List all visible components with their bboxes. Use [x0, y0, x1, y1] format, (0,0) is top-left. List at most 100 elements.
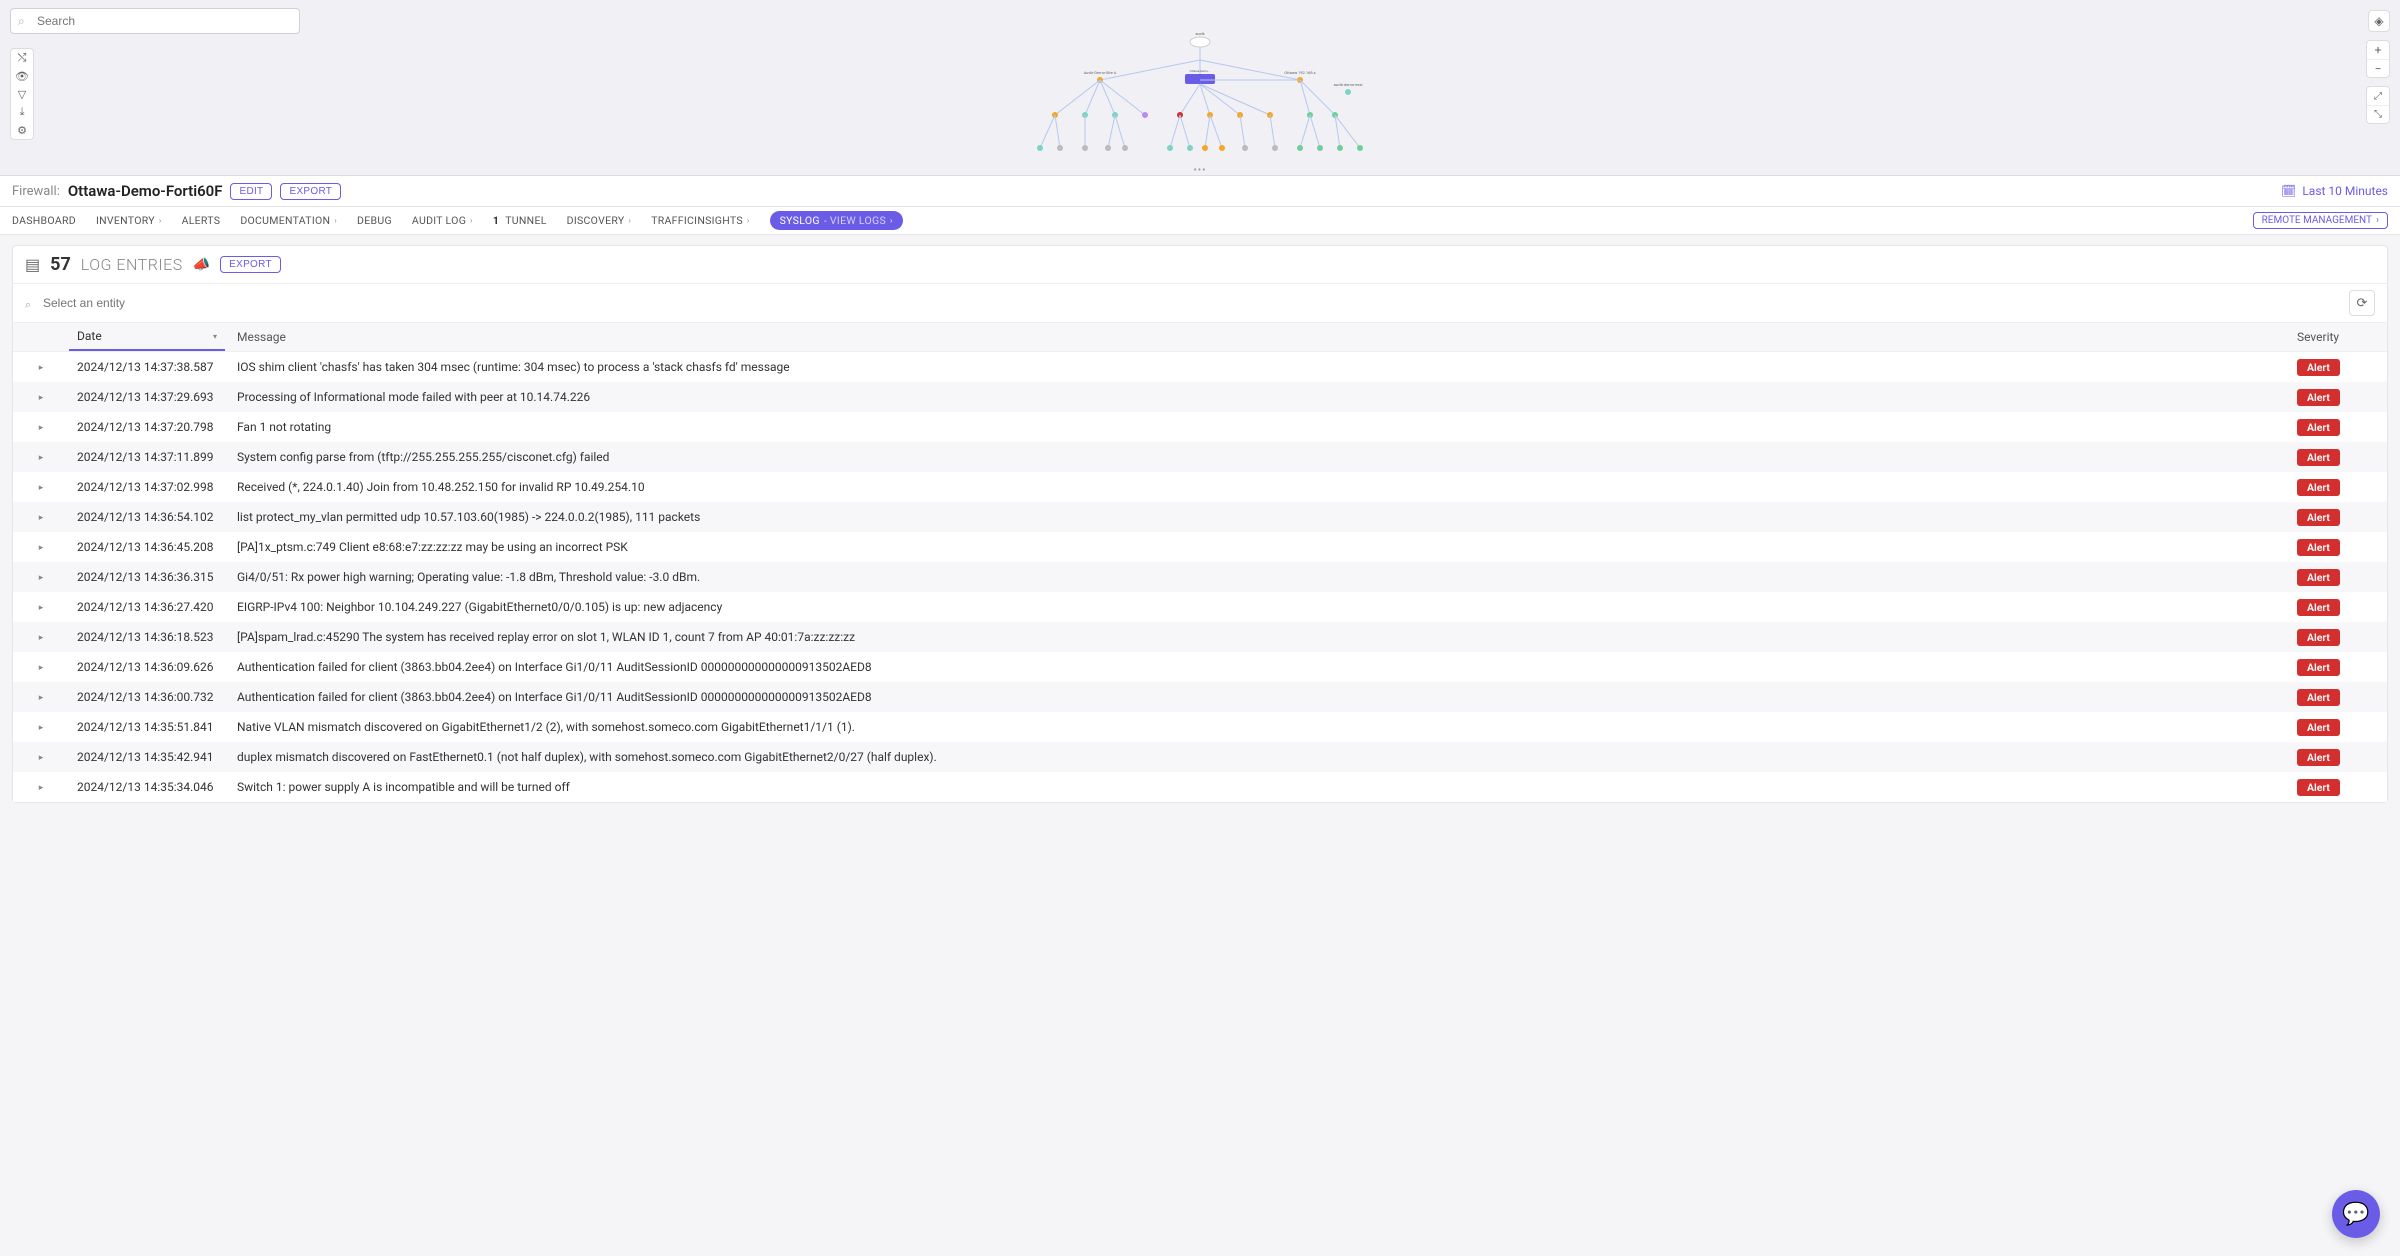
cell-date: 2024/12/13 14:35:42.941 [69, 750, 225, 764]
expand-row-icon[interactable]: ▸ [39, 543, 44, 553]
entries-export-button[interactable]: EXPORT [220, 256, 281, 273]
expand-row-icon[interactable]: ▸ [39, 663, 44, 673]
cell-date: 2024/12/13 14:36:27.420 [69, 600, 225, 614]
svg-text:Ottawa-Demo...: Ottawa-Demo... [1190, 69, 1211, 73]
chevron-down-icon: ▾ [213, 332, 217, 341]
table-row: ▸2024/12/13 14:37:02.998Received (*, 224… [13, 472, 2387, 502]
expand-row-icon[interactable]: ▸ [39, 603, 44, 613]
cell-message: System config parse from (tftp://255.255… [225, 450, 2297, 464]
tab-discovery[interactable]: DISCOVERY› [567, 214, 632, 227]
cell-severity: Alert [2297, 359, 2387, 376]
tab-documentation[interactable]: DOCUMENTATION› [240, 214, 337, 227]
expand-row-icon[interactable]: ▸ [39, 723, 44, 733]
chat-fab[interactable]: 💬 [2332, 1190, 2380, 1238]
device-name: Ottawa-Demo-Forti60F [68, 182, 223, 200]
expand-row-icon[interactable]: ▸ [39, 633, 44, 643]
cell-message: Authentication failed for client (3863.b… [225, 660, 2297, 674]
tab-dashboard[interactable]: DASHBOARD [12, 214, 76, 227]
cell-date: 2024/12/13 14:36:54.102 [69, 510, 225, 524]
entries-header: ▤ 57 LOG ENTRIES 📣 EXPORT [13, 246, 2387, 283]
table-row: ▸ 2024/12/13 14:36:45.208[PA]1x_ptsm.c:74… [13, 532, 2387, 562]
cell-severity: Alert [2297, 659, 2387, 676]
table-row: ▸2024/12/13 14:37:20.798Fan 1 not rotati… [13, 412, 2387, 442]
cell-severity: Alert [2297, 599, 2387, 616]
edit-button[interactable]: EDIT [230, 183, 272, 200]
filter-icon[interactable]: ▽ [11, 85, 33, 103]
cell-message: IOS shim client 'chasfs' has taken 304 m… [225, 360, 2297, 374]
gear-icon[interactable]: ⚙ [11, 121, 33, 139]
table-row: ▸2024/12/13 14:36:54.102list protect_my_… [13, 502, 2387, 532]
expand-row-icon[interactable]: ▸ [39, 693, 44, 703]
svg-text:Auvik-Demo-Site A: Auvik-Demo-Site A [1084, 70, 1117, 75]
column-message[interactable]: Message [225, 330, 2297, 344]
svg-text:Ottawa 192.168.x: Ottawa 192.168.x [1284, 70, 1315, 75]
cell-message: EIGRP-IPv4 100: Neighbor 10.104.249.227 … [225, 600, 2297, 614]
tab-tunnel[interactable]: 1TUNNEL [493, 214, 547, 227]
entries-filter-row: ⌕ ⟳ [13, 283, 2387, 322]
expand-row-icon[interactable]: ▸ [39, 453, 44, 463]
severity-badge: Alert [2297, 719, 2340, 736]
zoom-out-icon[interactable]: − [2367, 59, 2389, 77]
expand-row-icon[interactable]: ▸ [39, 393, 44, 403]
time-range-label: Last 10 Minutes [2302, 184, 2388, 198]
search-icon: ⌕ [25, 298, 31, 312]
download-icon[interactable]: ⤓ [11, 103, 33, 121]
cell-date: 2024/12/13 14:37:29.693 [69, 390, 225, 404]
recenter-icon[interactable]: ◈ [2368, 10, 2390, 32]
cell-message: Native VLAN mismatch discovered on Gigab… [225, 720, 2297, 734]
column-severity[interactable]: Severity [2297, 330, 2387, 344]
shuffle-icon[interactable]: ⤭ [11, 49, 33, 67]
table-row: ▸2024/12/13 14:37:29.693Processing of In… [13, 382, 2387, 412]
tab-debug[interactable]: DEBUG [357, 214, 392, 227]
zoom-in-icon[interactable]: + [2367, 41, 2389, 59]
expand-row-icon[interactable]: ▸ [39, 423, 44, 433]
tab-inventory[interactable]: INVENTORY› [96, 214, 162, 227]
cell-severity: Alert [2297, 569, 2387, 586]
cell-severity: Alert [2297, 539, 2387, 556]
expand-row-icon[interactable]: ▸ [39, 753, 44, 763]
panel-resize-handle[interactable]: ••• [1193, 165, 1206, 176]
severity-badge: Alert [2297, 659, 2340, 676]
tab-trafficinsights[interactable]: TRAFFICINSIGHTS› [651, 214, 749, 227]
entries-label: LOG ENTRIES [81, 255, 183, 274]
entries-count: 57 [50, 254, 71, 275]
table-row: ▸ 2024/12/13 14:36:27.420EIGRP-IPv4 100: … [13, 592, 2387, 622]
chevron-right-icon: › [747, 216, 750, 225]
cell-severity: Alert [2297, 509, 2387, 526]
cell-message: duplex mismatch discovered on FastEthern… [225, 750, 2297, 764]
cell-date: 2024/12/13 14:36:45.208 [69, 540, 225, 554]
export-button[interactable]: EXPORT [280, 183, 341, 200]
severity-badge: Alert [2297, 689, 2340, 706]
expand-icon[interactable]: ⤢ [2367, 87, 2389, 105]
cell-message: Received (*, 224.0.1.40) Join from 10.48… [225, 480, 2297, 494]
tab-bar: DASHBOARD INVENTORY› ALERTS DOCUMENTATIO… [0, 207, 2400, 235]
eye-icon[interactable]: 👁 [11, 67, 33, 85]
expand-row-icon[interactable]: ▸ [39, 513, 44, 523]
tab-syslog[interactable]: SYSLOG - VIEW LOGS› [770, 211, 903, 230]
tab-audit-log[interactable]: AUDIT LOG› [412, 214, 473, 227]
topology-graph[interactable]: auvik Auvik-Demo-Site A Ottawa-Demo... O… [1000, 30, 1400, 170]
cell-message: [PA]1x_ptsm.c:749 Client e8:68:e7:zz:zz:… [225, 540, 2297, 554]
column-date[interactable]: Date ▾ [69, 323, 225, 351]
cell-severity: Alert [2297, 689, 2387, 706]
expand-row-icon[interactable]: ▸ [39, 483, 44, 493]
search-input[interactable] [10, 8, 300, 34]
severity-badge: Alert [2297, 629, 2340, 646]
cell-date: 2024/12/13 14:36:36.315 [69, 570, 225, 584]
remote-management-button[interactable]: REMOTE MANAGEMENT› [2253, 212, 2388, 229]
expand-row-icon[interactable]: ▸ [39, 363, 44, 373]
collapse-icon[interactable]: ⤡ [2367, 105, 2389, 123]
refresh-button[interactable]: ⟳ [2349, 290, 2375, 316]
expand-row-icon[interactable]: ▸ [39, 783, 44, 793]
expand-row-icon[interactable]: ▸ [39, 573, 44, 583]
time-range-selector[interactable]: 🗓 Last 10 Minutes [2281, 184, 2388, 198]
cell-message: [PA]spam_lrad.c:45290 The system has rec… [225, 630, 2297, 644]
cell-date: 2024/12/13 14:36:18.523 [69, 630, 225, 644]
entity-filter-input[interactable] [25, 292, 2341, 314]
zoom-tools: + − [2366, 40, 2390, 78]
device-header: Firewall: Ottawa-Demo-Forti60F EDIT EXPO… [0, 176, 2400, 207]
tab-alerts[interactable]: ALERTS [182, 214, 221, 227]
table-row: ▸2024/12/13 14:36:09.626Authentication f… [13, 652, 2387, 682]
cell-date: 2024/12/13 14:35:51.841 [69, 720, 225, 734]
content-area: ▤ 57 LOG ENTRIES 📣 EXPORT ⌕ ⟳ Date ▾ Mes… [0, 235, 2400, 813]
